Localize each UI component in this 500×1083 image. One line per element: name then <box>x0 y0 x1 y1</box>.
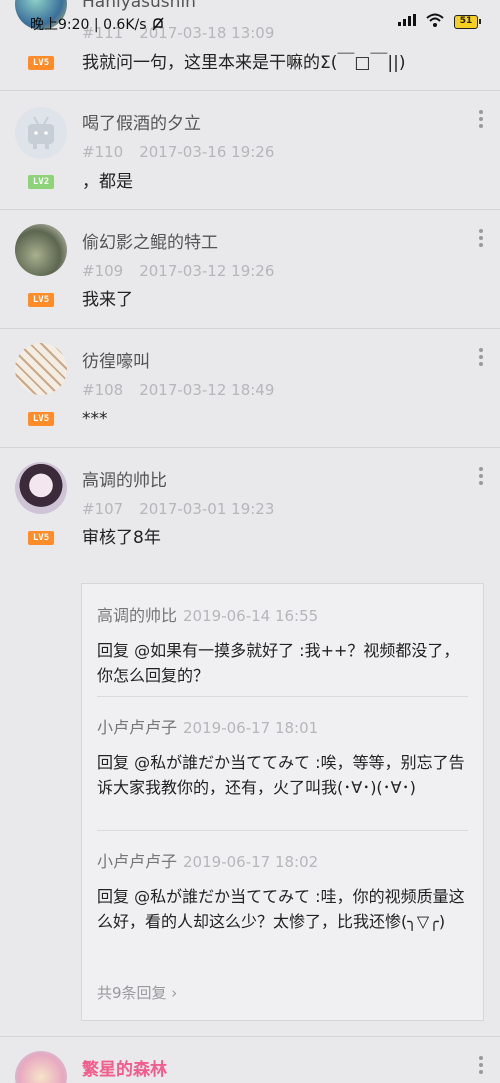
comment-text: 审核了8年 <box>82 528 161 548</box>
comment-floor: #107 <box>82 500 124 518</box>
level-badge: LV5 <box>28 56 54 70</box>
reply-text: 回复 @私が誰だか当ててみて :唉，等等，别忘了告诉大家我教你的，还有，火了叫我… <box>97 753 465 797</box>
status-right: 51 <box>398 13 481 31</box>
comment-item[interactable]: 喝了假酒的夕立 #110 2017-03-16 19:26 LV2 ，都是 <box>0 91 500 209</box>
more-vertical-icon[interactable] <box>478 464 484 488</box>
avatar[interactable] <box>15 462 67 514</box>
signal-icon <box>398 14 416 30</box>
comment-item[interactable]: 繁星的森林 <box>0 1037 500 1083</box>
comment-floor: #108 <box>82 381 124 399</box>
comment-text: *** <box>82 409 108 429</box>
status-time: 晚上9:20 <box>30 17 90 33</box>
comment-text: 我就问一句，这里本来是干嘛的Σ(￣□￣||) <box>82 53 406 73</box>
bell-off-icon <box>151 17 165 33</box>
avatar[interactable] <box>15 107 67 159</box>
comment-username[interactable]: 喝了假酒的夕立 <box>82 109 201 134</box>
status-speed: 0.6K/s <box>103 17 147 33</box>
tv-mascot-icon <box>28 116 54 149</box>
reply-time: 2019-06-17 18:02 <box>183 853 319 871</box>
reply-text: 回复 @私が誰だか当ててみて :哇，你的视频质量这么好，看的人却这么少？太惨了，… <box>97 887 465 931</box>
status-bar: 晚上9:20 | 0.6K/s 51 <box>0 0 500 42</box>
battery-icon: 51 <box>454 15 481 29</box>
comment-time: 2017-03-16 19:26 <box>139 143 275 161</box>
avatar[interactable] <box>15 1051 67 1083</box>
comment-meta: #110 2017-03-16 19:26 <box>82 143 274 161</box>
reply-text: 回复 @如果有一摸多就好了 :我++？视频都没了，你怎么回复的？ <box>97 641 460 685</box>
reply-username[interactable]: 小卢卢卢子 <box>97 718 177 737</box>
reply-divider <box>97 696 468 697</box>
comment-item[interactable]: 偷幻影之鲲的特工 #109 2017-03-12 19:26 LV5 我来了 <box>0 210 500 328</box>
more-vertical-icon[interactable] <box>478 1053 484 1077</box>
comment-time: 2017-03-12 18:49 <box>139 381 275 399</box>
reply-divider <box>97 830 468 831</box>
comment-username[interactable]: 繁星的森林 <box>82 1055 167 1080</box>
reply-time: 2019-06-14 16:55 <box>183 607 319 625</box>
reply-time: 2019-06-17 18:01 <box>183 719 319 737</box>
comment-username[interactable]: 彷徨嚎叫 <box>82 347 150 372</box>
comment-item[interactable]: 彷徨嚎叫 #108 2017-03-12 18:49 LV5 *** <box>0 329 500 447</box>
status-sep: | <box>93 17 104 33</box>
comment-text: ，都是 <box>82 172 133 192</box>
more-vertical-icon[interactable] <box>478 226 484 250</box>
comment-text: 我来了 <box>82 290 133 310</box>
status-left: 晚上9:20 | 0.6K/s <box>30 14 165 34</box>
reply-item[interactable]: 小卢卢卢子 2019-06-17 18:02 回复 @私が誰だか当ててみて :哇，… <box>97 848 468 934</box>
level-badge: LV5 <box>28 412 54 426</box>
avatar[interactable] <box>15 224 67 276</box>
reply-username[interactable]: 高调的帅比 <box>97 606 177 625</box>
more-replies-link[interactable]: 共9条回复 › <box>97 982 177 1003</box>
comment-time: 2017-03-01 19:23 <box>139 500 275 518</box>
reply-item[interactable]: 小卢卢卢子 2019-06-17 18:01 回复 @私が誰だか当ててみて :唉，… <box>97 714 468 800</box>
reply-item[interactable]: 高调的帅比 2019-06-14 16:55 回复 @如果有一摸多就好了 :我++… <box>97 602 468 688</box>
comment-meta: #109 2017-03-12 19:26 <box>82 262 274 280</box>
reply-username[interactable]: 小卢卢卢子 <box>97 852 177 871</box>
comment-username[interactable]: 高调的帅比 <box>82 466 167 491</box>
comment-floor: #109 <box>82 262 124 280</box>
comment-floor: #110 <box>82 143 124 161</box>
comment-meta: #107 2017-03-01 19:23 <box>82 500 274 518</box>
more-vertical-icon[interactable] <box>478 345 484 369</box>
level-badge: LV5 <box>28 293 54 307</box>
reply-box[interactable]: 高调的帅比 2019-06-14 16:55 回复 @如果有一摸多就好了 :我++… <box>81 583 484 1021</box>
level-badge: LV5 <box>28 531 54 545</box>
comment-time: 2017-03-12 19:26 <box>139 262 275 280</box>
comment-username[interactable]: 偷幻影之鲲的特工 <box>82 228 218 253</box>
avatar[interactable] <box>15 343 67 395</box>
level-badge: LV2 <box>28 175 54 189</box>
wifi-icon <box>426 13 444 31</box>
comment-meta: #108 2017-03-12 18:49 <box>82 381 274 399</box>
more-vertical-icon[interactable] <box>478 107 484 131</box>
